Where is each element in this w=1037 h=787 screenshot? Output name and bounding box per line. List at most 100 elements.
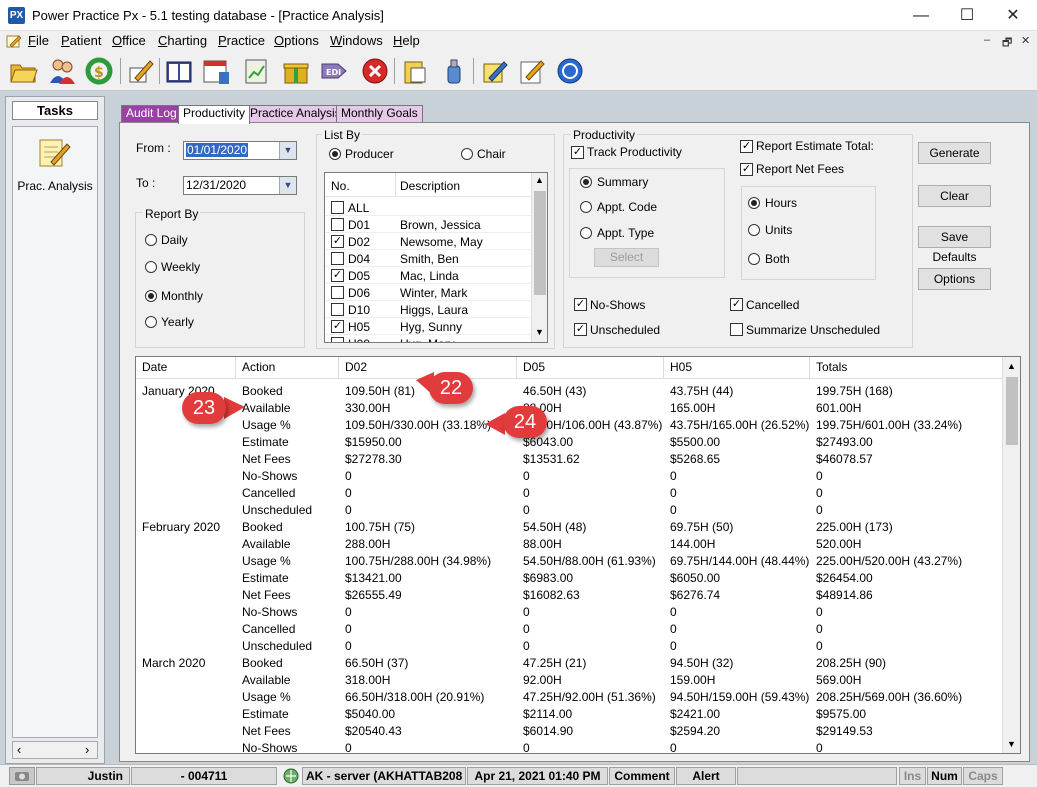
clipboard-chart-icon[interactable]: [241, 56, 271, 86]
table-row[interactable]: Estimate $15950.00 $6043.00 $5500.00 $27493.…: [136, 435, 1002, 452]
radio-producer[interactable]: [329, 148, 341, 160]
list-item-checkbox[interactable]: [331, 252, 344, 265]
table-row[interactable]: Unscheduled 0 0 0 0: [136, 503, 1002, 520]
table-row[interactable]: Net Fees $20540.43 $6014.90 $2594.20 $29149.…: [136, 724, 1002, 741]
table-row[interactable]: No-Shows 0 0 0 0: [136, 469, 1002, 486]
mdi-close-button[interactable]: ✕: [1021, 34, 1030, 47]
menu-options[interactable]: Options: [274, 33, 319, 48]
grid-header-date[interactable]: Date: [142, 360, 167, 374]
book-icon[interactable]: [164, 56, 194, 86]
tab-productivity[interactable]: Productivity: [178, 105, 251, 124]
notes-pencil-icon[interactable]: [479, 56, 509, 86]
producer-list[interactable]: No. Description ALL D01 Brown, Jessica ✓ D02…: [324, 172, 548, 343]
tab-monthly-goals[interactable]: Monthly Goals: [336, 105, 423, 122]
results-grid[interactable]: January 2020 Booked 109.50H (81) 46.50H (43…: [135, 356, 1021, 754]
list-item-checkbox[interactable]: ✓: [331, 235, 344, 248]
help-circle-icon[interactable]: [555, 56, 585, 86]
list-item[interactable]: ✓ H05 Hyg, Sunny: [325, 318, 531, 335]
grid-vertical-scrollbar[interactable]: ▲ ▼: [1002, 357, 1020, 753]
save-defaults-button[interactable]: Save Defaults: [918, 226, 991, 264]
calendar-icon[interactable]: [201, 56, 231, 86]
list-item[interactable]: ✓ D05 Mac, Linda: [325, 267, 531, 284]
table-row[interactable]: No-Shows 0 0 0 0: [136, 741, 1002, 753]
scroll-down-arrow-icon[interactable]: ▼: [535, 327, 544, 337]
grid-header-h05[interactable]: H05: [670, 360, 692, 374]
list-item[interactable]: ALL: [325, 199, 531, 216]
table-row[interactable]: Usage % 66.50H/318.00H (20.91%) 47.25H/92.…: [136, 690, 1002, 707]
table-row[interactable]: Cancelled 0 0 0 0: [136, 622, 1002, 639]
edit-pencil-icon[interactable]: [126, 56, 156, 86]
unscheduled-checkbox[interactable]: ✓: [574, 323, 587, 336]
maximize-button[interactable]: ☐: [944, 0, 990, 31]
list-item-checkbox[interactable]: [331, 286, 344, 299]
menu-windows[interactable]: Windows: [330, 33, 383, 48]
list-item[interactable]: D06 Winter, Mark: [325, 284, 531, 301]
scroll-down-arrow-icon[interactable]: ▼: [1007, 739, 1016, 749]
track-productivity-checkbox[interactable]: ✓: [571, 146, 584, 159]
list-vertical-scrollbar[interactable]: ▲ ▼: [531, 173, 547, 342]
notepad-icon[interactable]: [517, 56, 547, 86]
radio-both[interactable]: [748, 253, 760, 265]
scroll-up-arrow-icon[interactable]: ▲: [1007, 361, 1016, 371]
grid-scroll-thumb[interactable]: [1006, 377, 1018, 445]
mdi-minimize-button[interactable]: –: [984, 34, 990, 46]
list-item[interactable]: D04 Smith, Ben: [325, 250, 531, 267]
grid-header-d02[interactable]: D02: [345, 360, 367, 374]
radio-yearly[interactable]: [145, 316, 157, 328]
table-row[interactable]: No-Shows 0 0 0 0: [136, 605, 1002, 622]
list-item-checkbox[interactable]: [331, 218, 344, 231]
task-prac-analysis[interactable]: Prac. Analysis: [14, 179, 96, 193]
open-folder-icon[interactable]: [8, 56, 38, 86]
scroll-up-arrow-icon[interactable]: ▲: [535, 175, 544, 185]
document-icon[interactable]: [400, 56, 430, 86]
table-row[interactable]: Usage % 109.50H/330.00H (33.18%) 46.50H/10…: [136, 418, 1002, 435]
tab-practice-analysis[interactable]: Practice Analysis: [245, 105, 346, 122]
menu-help[interactable]: Help: [393, 33, 420, 48]
radio-daily[interactable]: [145, 234, 157, 246]
to-date-field[interactable]: 12/31/2020 ▼: [183, 176, 297, 195]
radio-appt-code[interactable]: [580, 201, 592, 213]
scroll-left-arrow-icon[interactable]: ‹: [17, 742, 21, 757]
menu-charting[interactable]: Charting: [158, 33, 207, 48]
table-row[interactable]: Available 318.00H 92.00H 159.00H 569.00H: [136, 673, 1002, 690]
summarize-unscheduled-checkbox[interactable]: [730, 323, 743, 336]
close-button[interactable]: ✕: [990, 0, 1036, 31]
grid-header-totals[interactable]: Totals: [816, 360, 847, 374]
list-item-checkbox[interactable]: ✓: [331, 269, 344, 282]
radio-hours[interactable]: [748, 197, 760, 209]
table-row[interactable]: Available 330.00H 88.00H 165.00H 601.00H: [136, 401, 1002, 418]
table-row[interactable]: March 2020 Booked 66.50H (37) 47.25H (21) 94…: [136, 656, 1002, 673]
list-item-checkbox[interactable]: [331, 337, 344, 342]
tasks-horizontal-scrollbar[interactable]: ‹ ›: [12, 741, 98, 759]
camera-icon[interactable]: [9, 767, 35, 785]
list-item-checkbox[interactable]: [331, 201, 344, 214]
from-date-field[interactable]: 01/01/2020 ▼: [183, 141, 297, 160]
table-row[interactable]: January 2020 Booked 109.50H (81) 46.50H (43…: [136, 384, 1002, 401]
stop-icon[interactable]: [360, 56, 390, 86]
grid-header-action[interactable]: Action: [242, 360, 275, 374]
chevron-down-icon[interactable]: ▼: [279, 177, 296, 194]
spray-bottle-icon[interactable]: [439, 56, 469, 86]
chevron-down-icon[interactable]: ▼: [279, 142, 296, 159]
minimize-button[interactable]: —: [898, 0, 944, 31]
status-alert[interactable]: Alert: [676, 767, 736, 785]
clear-button[interactable]: Clear: [918, 185, 991, 207]
report-estimate-total-checkbox[interactable]: ✓: [740, 140, 753, 153]
menu-patient[interactable]: Patient: [61, 33, 101, 48]
scroll-right-arrow-icon[interactable]: ›: [85, 742, 89, 757]
table-row[interactable]: Available 288.00H 88.00H 144.00H 520.00H: [136, 537, 1002, 554]
refresh-icon[interactable]: $: [84, 56, 114, 86]
report-net-fees-checkbox[interactable]: ✓: [740, 163, 753, 176]
list-item-checkbox[interactable]: ✓: [331, 320, 344, 333]
menu-office[interactable]: Office: [112, 33, 146, 48]
cancelled-checkbox[interactable]: ✓: [730, 298, 743, 311]
list-item[interactable]: D01 Brown, Jessica: [325, 216, 531, 233]
radio-appt-type[interactable]: [580, 227, 592, 239]
list-item[interactable]: ✓ D02 Newsome, May: [325, 233, 531, 250]
gift-box-icon[interactable]: [281, 56, 311, 86]
table-row[interactable]: Estimate $13421.00 $6983.00 $6050.00 $26454.…: [136, 571, 1002, 588]
radio-monthly[interactable]: [145, 290, 157, 302]
radio-units[interactable]: [748, 224, 760, 236]
edi-icon[interactable]: EDI: [320, 56, 350, 86]
list-item[interactable]: H09 Hyg, Mary: [325, 335, 531, 342]
